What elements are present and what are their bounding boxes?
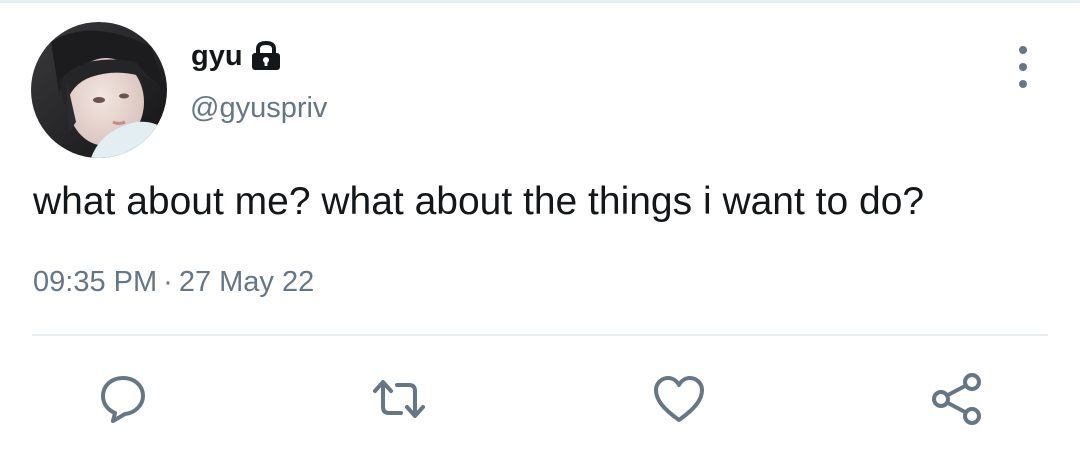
share-button[interactable] — [929, 371, 985, 427]
reply-icon — [101, 376, 145, 423]
more-vertical-icon — [1019, 46, 1027, 54]
more-options-button[interactable] — [1008, 46, 1038, 88]
lock-icon — [250, 40, 282, 72]
top-border — [0, 0, 1080, 3]
avatar[interactable] — [31, 22, 167, 158]
tweet-text: what about me? what about the things i w… — [33, 180, 925, 223]
share-icon — [932, 373, 981, 425]
like-button[interactable] — [651, 371, 707, 427]
retweet-button[interactable] — [371, 371, 427, 427]
tweet-time: 09:35 PM — [33, 266, 158, 298]
handle[interactable]: @gyuspriv — [190, 92, 327, 125]
timestamp-row[interactable]: 09:35 PM · 27 May 22 — [33, 266, 314, 299]
reply-button[interactable] — [95, 371, 151, 427]
more-vertical-icon-dot — [1019, 63, 1027, 71]
author-name-row[interactable]: gyu — [191, 36, 282, 76]
more-vertical-icon-dot — [1019, 80, 1027, 88]
tweet-date: 27 May 22 — [178, 266, 315, 298]
heart-icon — [654, 376, 704, 422]
timestamp-separator: · — [163, 266, 173, 298]
divider — [32, 334, 1048, 336]
display-name[interactable]: gyu — [191, 40, 243, 73]
retweet-icon — [373, 380, 425, 418]
